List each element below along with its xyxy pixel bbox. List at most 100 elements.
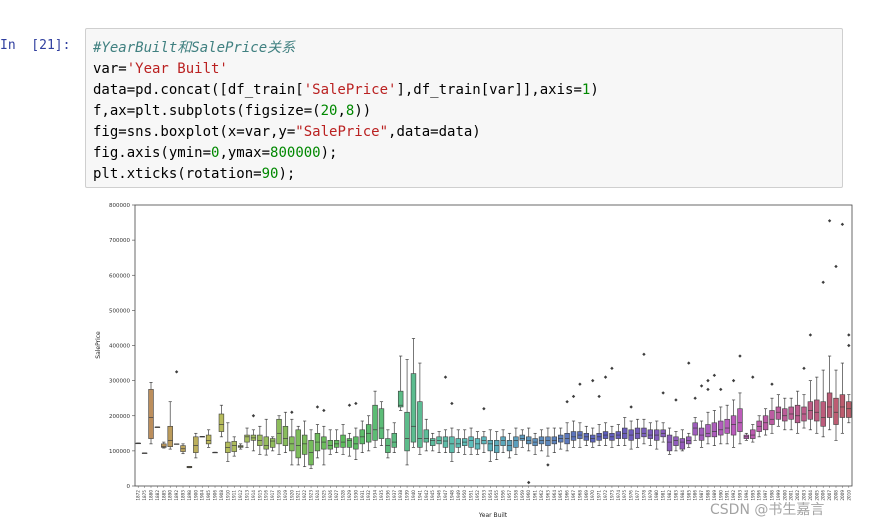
box-body (730, 415, 737, 436)
x-tick-label: 1978 (641, 490, 646, 501)
box-body (750, 429, 756, 439)
x-tick-label: 1917 (270, 490, 275, 501)
code-token: 90 (261, 166, 279, 182)
x-tick-label: 1936 (385, 490, 390, 501)
x-tick-label: 1984 (680, 490, 685, 501)
x-tick-label: 2010 (846, 490, 851, 501)
x-tick-label: 2008 (833, 490, 838, 501)
x-tick-label: 1930 (353, 490, 358, 501)
x-tick-label: 1908 (219, 490, 224, 501)
box-body (404, 411, 410, 452)
x-tick-label: 1872 (136, 490, 141, 501)
box-body (340, 434, 346, 448)
y-axis: 0 100000 200000 300000 400000 500000 600000 700… (109, 203, 135, 490)
box-body (666, 434, 673, 452)
x-tick-label: 1973 (609, 490, 614, 501)
box-body (263, 436, 269, 450)
x-tick-label: 1913 (245, 490, 250, 501)
box-body (519, 434, 526, 441)
code-line: data=pd.concat([df_train['SalePrice'],df… (93, 82, 599, 98)
x-tick-label: 1932 (366, 490, 371, 501)
code-token: 'Year Built' (126, 61, 228, 77)
y-tick-label: 400000 (109, 344, 130, 350)
x-tick-label: 1952 (475, 490, 480, 501)
box-body (698, 427, 705, 441)
x-tick-label: 1938 (398, 490, 403, 501)
x-tick-label: 1961 (533, 490, 538, 501)
x-tick-label: 1939 (405, 490, 410, 501)
box-body (193, 436, 199, 453)
code-cell[interactable]: #YearBuilt和SalePrice关系 var='Year Built' … (85, 28, 843, 188)
box-body (494, 440, 500, 453)
code-token: fig.axis(ymin= (93, 145, 212, 161)
code-token: fig=sns.boxplot(x=var,y= (93, 124, 296, 140)
x-tick-label: 1919 (283, 490, 288, 501)
x-tick-label: 1937 (392, 490, 397, 501)
box-body (487, 440, 493, 452)
box-body (545, 436, 551, 446)
x-tick-label: 1910 (225, 490, 230, 501)
x-tick-label: 1956 (501, 490, 506, 501)
code-token: ,data=data) (388, 124, 481, 140)
code-editor[interactable]: #YearBuilt和SalePrice关系 var='Year Built' … (93, 38, 599, 185)
box-body (397, 390, 404, 408)
code-line: fig.axis(ymin=0,ymax=800000); (93, 145, 337, 161)
x-tick-label: 1911 (232, 490, 237, 501)
code-token: ) (590, 82, 599, 98)
y-tick-label: 700000 (109, 238, 130, 244)
x-tick-label: 1962 (539, 490, 544, 501)
box-body (148, 389, 154, 439)
code-token: f,ax=plt.subplots(figsize=( (93, 103, 321, 119)
x-tick-label: 1982 (667, 490, 672, 501)
x-tick-label: 1979 (648, 490, 653, 501)
code-token: , (337, 103, 346, 119)
code-token: ],df_train[var]],axis= (396, 82, 582, 98)
x-tick-label: 1921 (296, 490, 301, 501)
cell-output: 0 100000 200000 300000 400000 500000 600000 700… (85, 195, 882, 525)
code-line: var='Year Built' (93, 61, 228, 77)
box-body (205, 434, 212, 445)
box-body (353, 436, 359, 450)
x-tick-label: 1963 (545, 490, 550, 501)
x-tick-label: 1949 (456, 490, 461, 501)
box-body (826, 392, 833, 418)
box-body (570, 431, 577, 441)
x-tick-label: 1898 (187, 490, 192, 501)
box-body (788, 406, 794, 420)
box-body (679, 438, 686, 450)
x-tick-label: 1920 (289, 490, 294, 501)
box-body (833, 397, 839, 425)
code-token: "SalePrice" (295, 124, 389, 140)
code-token: data=pd.concat([df_train[ (93, 82, 304, 98)
x-tick-label: 1971 (597, 490, 602, 501)
box-body (455, 438, 461, 448)
code-token: 800000 (270, 145, 321, 161)
code-token: ); (278, 166, 296, 182)
box-body (321, 436, 327, 450)
x-tick-label: 2009 (840, 490, 845, 501)
box-body (167, 425, 173, 447)
x-tick-label: 1918 (277, 490, 282, 501)
code-token: 'SalePrice' (303, 82, 397, 98)
code-line: #YearBuilt和SalePrice关系 (93, 40, 295, 56)
x-tick-label: 1912 (238, 490, 243, 501)
x-tick-label: 1916 (264, 490, 269, 501)
box-body (500, 436, 506, 446)
x-tick-label: 1882 (155, 490, 160, 501)
x-tick-label: 1941 (417, 490, 422, 501)
x-tick-label: 1925 (321, 490, 326, 501)
code-line: plt.xticks(rotation=90); (93, 166, 295, 182)
x-tick-label: 1885 (161, 490, 166, 501)
box-body (429, 438, 436, 446)
y-tick-label: 500000 (109, 308, 130, 314)
code-line: f,ax=plt.subplots(figsize=(20,8)) (93, 103, 371, 119)
x-tick-label: 1950 (462, 490, 467, 501)
x-tick-label: 1927 (334, 490, 339, 501)
box-body (346, 438, 353, 448)
x-tick-label: 1915 (257, 490, 262, 501)
y-tick-label: 100000 (109, 449, 130, 455)
x-tick-label: 1945 (430, 490, 435, 501)
x-tick-label: 1875 (142, 490, 147, 501)
x-tick-label: 1987 (699, 490, 704, 501)
x-tick-label: 1948 (449, 490, 454, 501)
